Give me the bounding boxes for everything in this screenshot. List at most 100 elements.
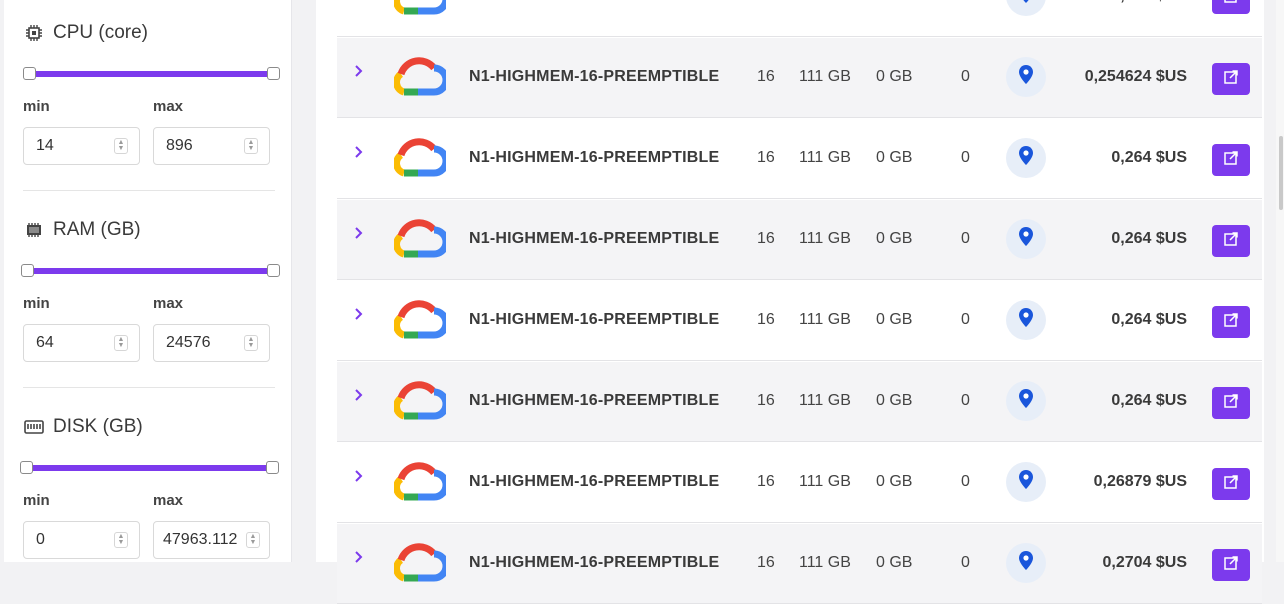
location-button[interactable] <box>1006 300 1046 340</box>
ram-filter-label: RAM (GB) <box>53 219 141 240</box>
google-cloud-logo-icon <box>393 461 450 503</box>
ram-range-slider[interactable] <box>21 264 280 278</box>
gpu-count: 0 <box>961 311 970 328</box>
instance-name: N1-HIGHMEM-16-PREEMPTIBLE <box>469 392 720 409</box>
ram-max-input[interactable]: 24576 ▲ ▼ <box>153 324 270 362</box>
external-link-icon <box>1224 393 1238 413</box>
ram-max-value: 24576 <box>166 334 211 351</box>
google-cloud-logo-icon <box>393 380 450 422</box>
disk-size: 0 GB <box>876 392 913 409</box>
instance-row: N1-HIGHMEM-16-PREEMPTIBLE 16 111 GB 0 GB… <box>337 38 1262 118</box>
location-pin-icon <box>1019 389 1033 413</box>
ram-size: 111 GB <box>799 392 851 409</box>
gpu-count: 0 <box>961 0 970 5</box>
cpu-chip-icon <box>23 23 45 43</box>
disk-size: 0 GB <box>876 68 913 85</box>
chevron-right-icon[interactable] <box>354 226 368 240</box>
open-instance-button[interactable] <box>1212 387 1250 419</box>
location-button[interactable] <box>1006 381 1046 421</box>
cpu-cores: 16 <box>757 230 775 247</box>
ram-filter-title: RAM (GB) <box>23 217 141 243</box>
location-pin-icon <box>1019 227 1033 251</box>
chevron-right-icon[interactable] <box>354 64 368 78</box>
cpu-cores: 16 <box>757 473 775 490</box>
cpu-filter-title: CPU (core) <box>23 20 148 46</box>
cpu-filter: CPU (core) min max 14 ▲ ▼ 896 ▲ ▼ <box>23 20 280 170</box>
ram-min-handle[interactable] <box>21 264 34 277</box>
chevron-right-icon[interactable] <box>354 145 368 159</box>
cpu-max-input[interactable]: 896 ▲ ▼ <box>153 127 270 165</box>
price: 0,244 $US <box>1111 0 1187 5</box>
location-button[interactable] <box>1006 219 1046 259</box>
disk-max-input[interactable]: 47963.112 ▲ ▼ <box>153 521 270 559</box>
external-link-icon <box>1224 231 1238 251</box>
external-link-icon <box>1224 150 1238 170</box>
disk-size: 0 GB <box>876 311 913 328</box>
ram-size: 111 GB <box>799 311 851 328</box>
cpu-min-input[interactable]: 14 ▲ ▼ <box>23 127 140 165</box>
instance-name: N1-HIGHMEM-16-PREEMPTIBLE <box>469 473 720 490</box>
gpu-count: 0 <box>961 149 970 166</box>
instance-name: N1-HIGHMEM-16-PREEMPTIBLE <box>469 311 720 328</box>
google-cloud-logo-icon <box>393 542 450 584</box>
disk-size: 0 GB <box>876 230 913 247</box>
disk-max-stepper[interactable]: ▲ ▼ <box>246 532 260 548</box>
cpu-cores: 16 <box>757 311 775 328</box>
instance-row: N1-HIGHMEM-16-PREEMPTIBLE 16 111 GB 0 GB… <box>337 0 1262 37</box>
disk-filter: DISK (GB) min max 0 ▲ ▼ 47963.112 ▲ ▼ <box>20 414 279 562</box>
location-button[interactable] <box>1006 138 1046 178</box>
cpu-range-slider[interactable] <box>23 67 280 81</box>
disk-filter-label: DISK (GB) <box>53 416 143 437</box>
open-instance-button[interactable] <box>1212 144 1250 176</box>
open-instance-button[interactable] <box>1212 63 1250 95</box>
ram-max-label: max <box>153 295 184 312</box>
price: 0,264 $US <box>1111 311 1187 328</box>
ram-size: 111 GB <box>799 0 851 5</box>
ram-size: 111 GB <box>799 149 851 166</box>
chevron-right-icon[interactable] <box>354 388 368 402</box>
disk-size: 0 GB <box>876 149 913 166</box>
instance-name: N1-HIGHMEM-16-PREEMPTIBLE <box>469 68 720 85</box>
gpu-count: 0 <box>961 392 970 409</box>
disk-max-label: max <box>153 492 184 509</box>
external-link-icon <box>1224 555 1238 575</box>
cpu-max-handle[interactable] <box>267 67 280 80</box>
instance-row: N1-HIGHMEM-16-PREEMPTIBLE 16 111 GB 0 GB… <box>337 524 1262 604</box>
instance-name: N1-HIGHMEM-16-PREEMPTIBLE <box>469 0 719 5</box>
open-instance-button[interactable] <box>1212 468 1250 500</box>
instance-name: N1-HIGHMEM-16-PREEMPTIBLE <box>469 230 720 247</box>
location-button[interactable] <box>1006 0 1046 16</box>
ram-size: 111 GB <box>799 230 851 247</box>
cpu-min-stepper[interactable]: ▲ ▼ <box>114 138 128 154</box>
scrollbar-thumb[interactable] <box>1279 136 1283 210</box>
location-button[interactable] <box>1006 543 1046 583</box>
cpu-min-handle[interactable] <box>23 67 36 80</box>
price: 0,264 $US <box>1111 149 1187 166</box>
cpu-max-stepper[interactable]: ▲ ▼ <box>244 138 258 154</box>
ram-max-stepper[interactable]: ▲ ▼ <box>244 335 258 351</box>
disk-max-handle[interactable] <box>266 461 279 474</box>
disk-min-stepper[interactable]: ▲ ▼ <box>114 532 128 548</box>
disk-min-handle[interactable] <box>20 461 33 474</box>
ram-size: 111 GB <box>799 473 851 490</box>
instance-row: N1-HIGHMEM-16-PREEMPTIBLE 16 111 GB 0 GB… <box>337 362 1262 442</box>
gpu-count: 0 <box>961 68 970 85</box>
location-button[interactable] <box>1006 57 1046 97</box>
disk-size: 0 GB <box>876 554 913 571</box>
open-instance-button[interactable] <box>1212 549 1250 581</box>
chevron-right-icon[interactable] <box>354 469 368 483</box>
location-button[interactable] <box>1006 462 1046 502</box>
scrollbar[interactable] <box>1276 0 1284 562</box>
open-instance-button[interactable] <box>1212 225 1250 257</box>
ram-min-stepper[interactable]: ▲ ▼ <box>114 335 128 351</box>
ram-max-handle[interactable] <box>267 264 280 277</box>
disk-min-input[interactable]: 0 ▲ ▼ <box>23 521 140 559</box>
instance-list: N1-HIGHMEM-16-PREEMPTIBLE 16 111 GB 0 GB… <box>316 0 1264 604</box>
disk-filter-title: DISK (GB) <box>23 414 143 440</box>
open-instance-button[interactable] <box>1212 306 1250 338</box>
open-instance-button[interactable] <box>1212 0 1250 14</box>
price: 0,254624 $US <box>1084 68 1187 85</box>
ram-min-input[interactable]: 64 ▲ ▼ <box>23 324 140 362</box>
chevron-right-icon[interactable] <box>354 307 368 321</box>
disk-range-slider[interactable] <box>20 461 279 475</box>
